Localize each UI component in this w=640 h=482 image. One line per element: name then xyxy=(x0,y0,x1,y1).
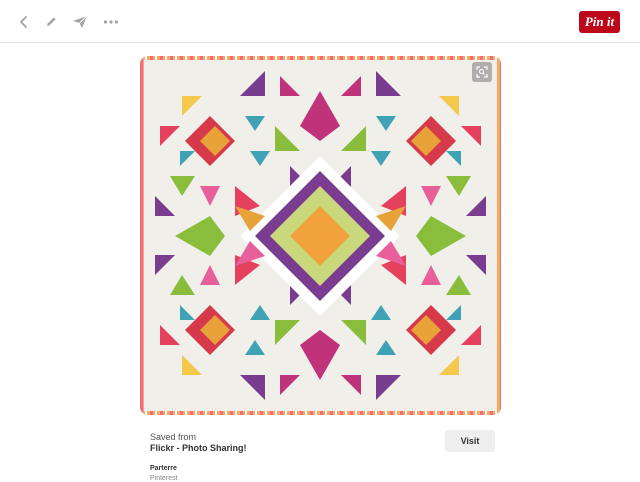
pin-it-button[interactable]: Pin it xyxy=(579,11,620,33)
back-icon[interactable] xyxy=(13,11,35,33)
board-name[interactable]: Parterre xyxy=(150,465,177,472)
saved-from-label: Saved from xyxy=(150,432,197,442)
visual-search-button[interactable] xyxy=(472,62,492,82)
visual-search-icon xyxy=(476,66,488,78)
quilt-photo[interactable] xyxy=(140,56,501,415)
top-toolbar: Pin it xyxy=(0,0,640,43)
source-link[interactable]: Flickr - Photo Sharing! xyxy=(150,443,247,453)
edit-icon[interactable] xyxy=(40,11,62,33)
send-icon[interactable] xyxy=(69,11,91,33)
visit-button[interactable]: Visit xyxy=(445,430,495,452)
more-icon[interactable] xyxy=(100,11,122,33)
quilt-illustration xyxy=(140,56,501,415)
board-subtitle: Pinterest xyxy=(150,475,178,482)
